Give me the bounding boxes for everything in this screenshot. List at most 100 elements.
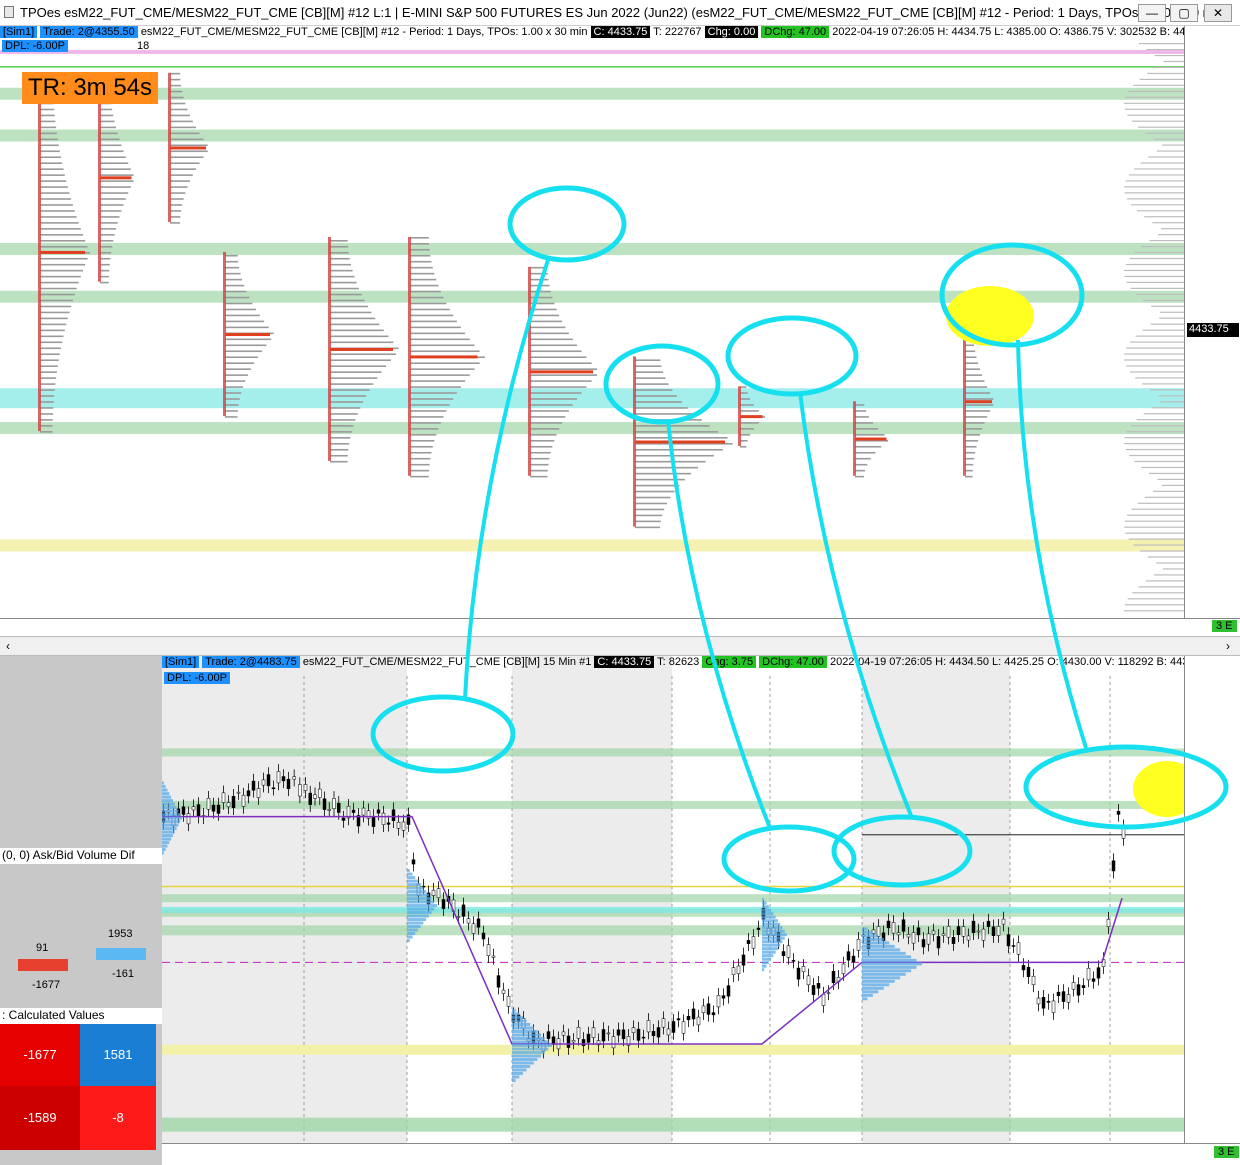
tpo-profile-row	[225, 374, 248, 376]
candle-body	[1066, 994, 1071, 1003]
tpo-profile-row	[330, 263, 352, 266]
composite-profile-row	[1141, 245, 1184, 248]
tpo-profile-row	[635, 389, 673, 391]
composite-profile-row	[1150, 389, 1184, 391]
minimize-button[interactable]: —	[1138, 4, 1166, 22]
candle-body	[431, 889, 436, 896]
tpo-profile-row	[410, 392, 457, 394]
tpo-profile-row	[410, 350, 480, 353]
volume-profile-row	[862, 944, 895, 948]
candle-body	[221, 792, 226, 803]
tpo-profile-row	[330, 269, 353, 272]
candle-body	[1106, 918, 1111, 927]
tpo-profile-row	[530, 463, 549, 466]
volume-profile-row	[862, 990, 879, 994]
candle-body	[741, 954, 746, 966]
maximize-button[interactable]: ▢	[1170, 4, 1198, 22]
tpo-profile-row	[965, 451, 976, 454]
bottom-price-axis[interactable]	[1184, 656, 1240, 1143]
composite-profile-row	[1147, 556, 1184, 558]
tpo-profile-row	[225, 416, 238, 418]
dpl-row: DPL: -6.00P 18	[2, 40, 149, 52]
tpo-profile-row	[530, 314, 560, 317]
tpo-profile-row	[635, 425, 710, 427]
tpo-profile-row	[530, 296, 553, 299]
candle-body	[586, 1033, 591, 1043]
horizontal-scrollbar[interactable]: ‹ ›	[0, 636, 1240, 656]
tpo-profile-row	[410, 320, 457, 323]
volume-profile-row	[162, 820, 181, 824]
candle-body	[671, 1021, 676, 1033]
composite-profile-row	[1134, 251, 1184, 254]
composite-profile-row	[1155, 66, 1184, 69]
tpo-profile-row	[225, 272, 241, 275]
candlestick-chart-area[interactable]: [Sim1] Trade: 2@4483.75 esM22_FUT_CME/ME…	[162, 656, 1184, 1143]
tpo-profile-row	[740, 398, 751, 400]
tpo-profile-row	[40, 311, 70, 314]
candle-body	[716, 995, 721, 1008]
tpo-profile-row	[530, 308, 557, 311]
candle-body	[191, 806, 196, 811]
candle-body	[1076, 984, 1081, 996]
candle-body	[591, 1027, 596, 1038]
candle-body	[616, 1029, 621, 1036]
tpo-profile-row	[170, 156, 204, 159]
tpo-profile-row	[170, 132, 200, 135]
candle-body	[486, 944, 491, 956]
tpo-profile-row	[410, 416, 444, 418]
tpo-profile-row	[530, 440, 555, 442]
candle-body	[831, 971, 836, 983]
tpo-profile-row	[225, 404, 239, 406]
candle-body	[901, 919, 906, 932]
tpo-profile-row	[635, 478, 685, 481]
tpo-poc-marker	[855, 437, 887, 441]
tpo-poc-marker	[635, 440, 725, 444]
composite-profile-row	[1134, 168, 1184, 170]
volume-profile-row	[862, 976, 901, 980]
tpo-profile-row	[40, 365, 58, 367]
tpo-profile-row	[965, 404, 994, 406]
tpo-profile-row	[170, 210, 182, 212]
close-button[interactable]: ✕	[1204, 4, 1232, 22]
scroll-left-arrow-icon[interactable]: ‹	[6, 639, 10, 653]
symbol-text: esM22_FUT_CME/MESM22_FUT_CME [CB][M] #12…	[140, 26, 588, 38]
tpo-profile-row	[530, 266, 548, 269]
tpo-profile-row	[330, 341, 394, 344]
tpo-profile-row	[40, 234, 83, 236]
tpo-profile-row	[855, 469, 866, 472]
volume-profile-row	[162, 785, 166, 789]
tpo-profile-row	[170, 168, 197, 170]
tpo-profile-row	[410, 272, 435, 275]
tpo-profile-row	[635, 448, 723, 451]
top-price-axis[interactable]: 4433.75	[1184, 26, 1240, 618]
volume-profile-row	[512, 1033, 542, 1037]
tpo-chart-area[interactable]: [Sim1] Trade: 2@4355.50 esM22_FUT_CME/ME…	[0, 26, 1184, 618]
volume-profile-row	[162, 837, 172, 841]
composite-profile-row	[1146, 48, 1184, 51]
tpo-profile-row	[40, 413, 53, 415]
tpo-profile-row	[100, 180, 134, 182]
candle-body	[976, 930, 981, 933]
composite-profile-row	[1128, 90, 1184, 92]
tpo-profile-row	[330, 281, 357, 284]
tpo-profile-row	[635, 460, 706, 463]
tpo-profile-row	[965, 434, 980, 436]
tpo-profile-row	[170, 108, 188, 111]
candle-body	[956, 926, 961, 935]
scroll-right-arrow-icon[interactable]: ›	[1226, 639, 1230, 653]
composite-profile-row	[1126, 281, 1184, 283]
window-title: TPOes esM22_FUT_CME/MESM22_FUT_CME [CB][…	[20, 5, 1232, 20]
volume-profile-row	[162, 788, 168, 792]
tpo-profile-row	[635, 520, 661, 523]
composite-profile-row	[1124, 610, 1184, 612]
candle-body	[1041, 996, 1046, 1009]
candle-body	[1081, 985, 1086, 988]
tpo-profile-row	[225, 260, 239, 263]
tpo-profile-row	[530, 290, 551, 293]
composite-profile-row	[1124, 192, 1184, 194]
composite-profile-row	[1143, 413, 1184, 415]
tpo-profile-row	[330, 317, 376, 320]
candle-body	[666, 1028, 671, 1036]
composite-profile-row	[1124, 359, 1184, 361]
tpo-profile-row	[330, 329, 384, 332]
